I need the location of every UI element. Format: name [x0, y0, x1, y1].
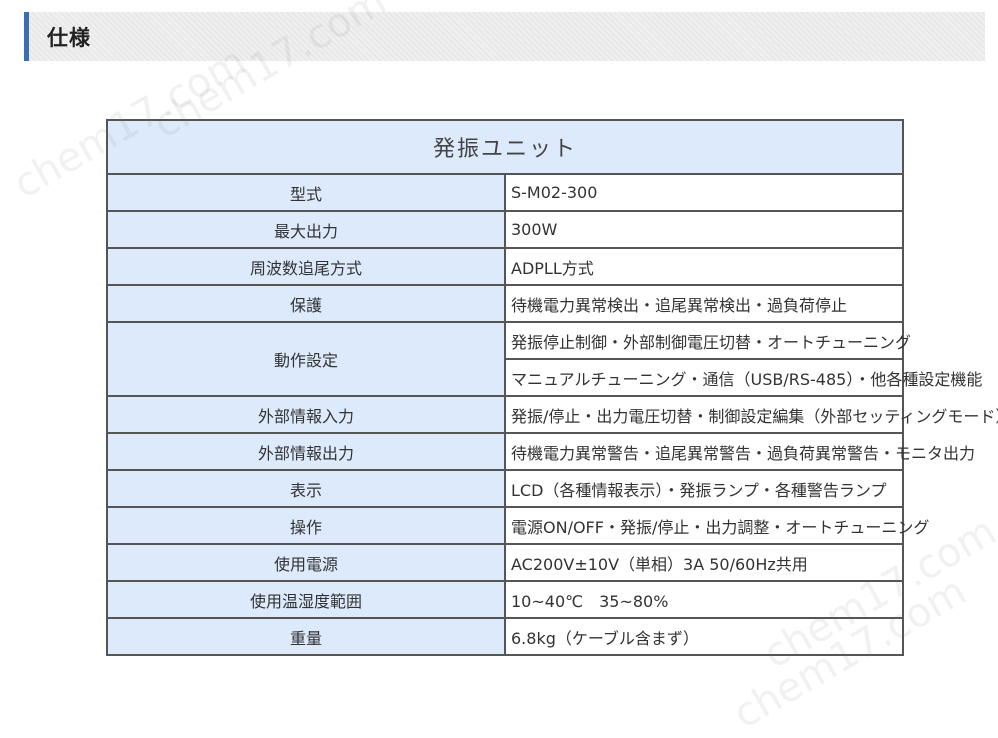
row-label-controls: 操作 — [106, 506, 506, 545]
row-label-weight: 重量 — [106, 617, 506, 656]
row-value-power-supply: AC200V±10V（単相）3A 50/60Hz共用 — [504, 543, 904, 582]
table-row: 重量 6.8kg（ケーブル含まず） — [106, 617, 904, 656]
row-value-controls: 電源ON/OFF・発振/停止・出力調整・オートチューニング — [504, 506, 929, 545]
row-label-power-supply: 使用電源 — [106, 543, 506, 582]
table-row: 表示 LCD（各種情報表示）・発振ランプ・各種警告ランプ — [106, 469, 904, 508]
table-row: 周波数追尾方式 ADPLL方式 — [106, 247, 904, 286]
row-label-temp-humidity: 使用温湿度範囲 — [106, 580, 506, 619]
row-value-tracking: ADPLL方式 — [504, 247, 904, 286]
row-label-max-output: 最大出力 — [106, 210, 506, 249]
section-title: 仕様 — [47, 26, 91, 50]
row-label-model: 型式 — [106, 173, 506, 212]
table-row: 外部情報入力 発振/停止・出力電圧切替・制御設定編集（外部セッティングモード） — [106, 395, 998, 434]
table-row: 操作 電源ON/OFF・発振/停止・出力調整・オートチューニング — [106, 506, 929, 545]
row-value-external-input: 発振/停止・出力電圧切替・制御設定編集（外部セッティングモード） — [504, 395, 998, 434]
section-header: 仕様 — [24, 12, 985, 61]
row-label-tracking: 周波数追尾方式 — [106, 247, 506, 286]
row-value-operation-settings-1: 発振停止制御・外部制御電圧切替・オートチューニング — [504, 321, 911, 360]
table-row: 最大出力 300W — [106, 210, 904, 249]
table-caption: 発振ユニット — [106, 119, 904, 175]
spec-table: 発振ユニット 型式 S-M02-300 最大出力 300W 周波数追尾方式 AD… — [106, 119, 998, 656]
row-value-temp-humidity: 10~40℃ 35~80% — [504, 580, 904, 619]
table-row: 使用温湿度範囲 10~40℃ 35~80% — [106, 580, 904, 619]
table-row: 動作設定 発振停止制御・外部制御電圧切替・オートチューニング — [106, 321, 911, 397]
row-value-external-output: 待機電力異常警告・追尾異常警告・過負荷異常警告・モニタ出力 — [504, 432, 975, 471]
row-label-external-output: 外部情報出力 — [106, 432, 506, 471]
table-row: 外部情報出力 待機電力異常警告・追尾異常警告・過負荷異常警告・モニタ出力 — [106, 432, 975, 471]
row-value-model: S-M02-300 — [504, 173, 904, 212]
row-label-external-input: 外部情報入力 — [106, 395, 506, 434]
row-value-weight: 6.8kg（ケーブル含まず） — [504, 617, 904, 656]
table-row: 型式 S-M02-300 — [106, 173, 904, 212]
row-value-max-output: 300W — [504, 210, 904, 249]
row-value-operation-settings-2: マニュアルチューニング・通信（USB/RS-485）・他各種設定機能 — [504, 358, 982, 397]
table-row: 保護 待機電力異常検出・追尾異常検出・過負荷停止 — [106, 284, 904, 323]
row-value-display: LCD（各種情報表示）・発振ランプ・各種警告ランプ — [504, 469, 904, 508]
row-label-protection: 保護 — [106, 284, 506, 323]
row-value-protection: 待機電力異常検出・追尾異常検出・過負荷停止 — [504, 284, 904, 323]
row-label-operation-settings: 動作設定 — [106, 321, 506, 397]
row-label-display: 表示 — [106, 469, 506, 508]
table-row: 使用電源 AC200V±10V（単相）3A 50/60Hz共用 — [106, 543, 904, 582]
table-caption-row: 発振ユニット — [106, 119, 904, 175]
